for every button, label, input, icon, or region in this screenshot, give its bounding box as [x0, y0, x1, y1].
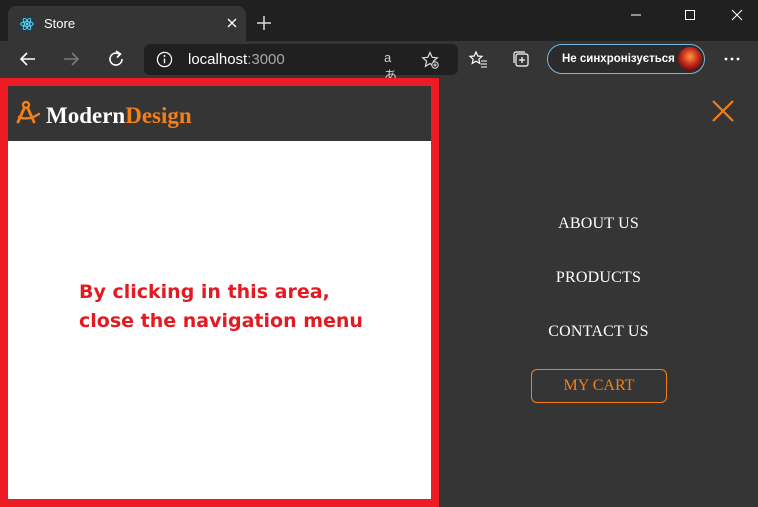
new-tab-icon[interactable] [255, 14, 273, 32]
profile-button[interactable]: Не синхронізується [547, 44, 705, 74]
avatar [678, 47, 702, 71]
annotation-line-2: close the navigation menu [79, 310, 363, 332]
compass-logo-icon [16, 100, 41, 124]
favorites-icon[interactable] [468, 49, 488, 69]
annotation-line-1: By clicking in this area, [79, 281, 330, 303]
react-icon [18, 15, 36, 33]
close-tab-icon[interactable] [224, 15, 240, 31]
forward-arrow-icon[interactable] [61, 49, 81, 69]
browser-titlebar: Store [0, 0, 758, 41]
url-host: localhost [188, 51, 248, 68]
nav-link-products[interactable]: PRODUCTS [439, 269, 758, 287]
more-options-icon[interactable] [722, 49, 742, 69]
annotation-text: By clicking in this area, close the navi… [79, 278, 399, 336]
nav-link-about-us[interactable]: ABOUT US [439, 215, 758, 233]
site-info-icon[interactable] [156, 51, 173, 68]
url-port: :3000 [247, 51, 285, 68]
address-bar[interactable]: localhost:3000 aあ [144, 44, 458, 83]
my-cart-button[interactable]: MY CART [531, 369, 667, 403]
add-favorite-icon[interactable] [420, 50, 440, 70]
close-menu-icon[interactable] [710, 98, 736, 124]
refresh-icon[interactable] [106, 49, 126, 69]
menu-close-overlay[interactable]: ModernDesign By clicking in this area, c… [0, 78, 439, 507]
logo-text-design: Design [125, 103, 192, 128]
site-header: ModernDesign [8, 86, 431, 141]
browser-toolbar: localhost:3000 aあ Не синхронізується [0, 41, 758, 83]
back-arrow-icon[interactable] [18, 49, 38, 69]
navigation-menu: ABOUT US PRODUCTS CONTACT US MY CART [439, 78, 758, 507]
close-window-icon[interactable] [728, 6, 746, 24]
maximize-icon[interactable] [681, 6, 699, 24]
collections-icon[interactable] [511, 49, 531, 69]
page-viewport: ModernDesign By clicking in this area, c… [0, 78, 758, 507]
site-logo[interactable]: ModernDesign [46, 103, 192, 129]
url-text[interactable]: localhost:3000 [188, 51, 285, 68]
read-aloud-icon[interactable]: aあ [384, 50, 404, 83]
minimize-icon[interactable] [627, 6, 645, 24]
logo-text-modern: Modern [46, 103, 126, 128]
browser-tab[interactable]: Store [8, 6, 246, 41]
profile-sync-label: Не синхронізується [562, 53, 675, 65]
tab-title: Store [44, 16, 76, 31]
nav-link-contact-us[interactable]: CONTACT US [439, 323, 758, 341]
